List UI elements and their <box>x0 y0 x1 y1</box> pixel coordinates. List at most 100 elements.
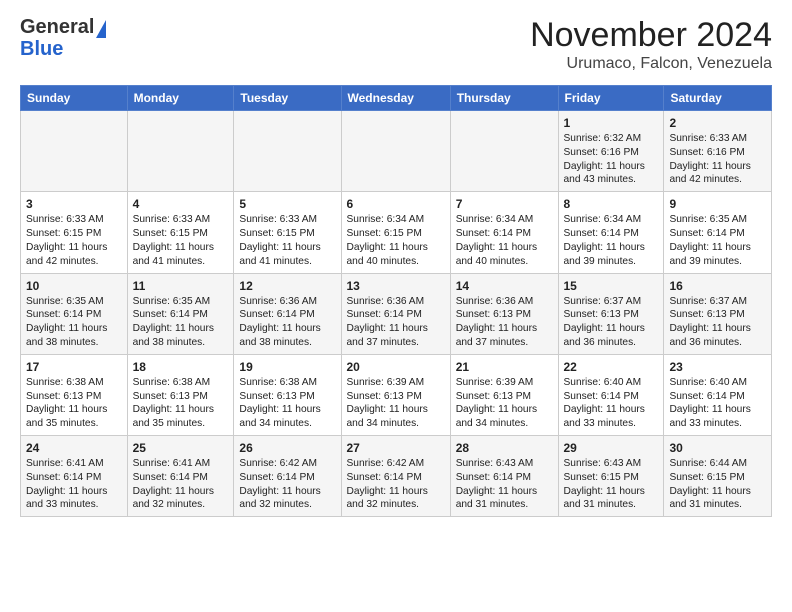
cell-text: Sunrise: 6:32 AM <box>564 132 659 146</box>
cell-text: Sunrise: 6:42 AM <box>347 457 445 471</box>
calendar-table: SundayMondayTuesdayWednesdayThursdayFrid… <box>20 85 772 517</box>
cell-text: Sunset: 6:15 PM <box>26 227 122 241</box>
cell-text: Daylight: 11 hours <box>133 322 229 336</box>
cell-text: Daylight: 11 hours <box>347 403 445 417</box>
cell-text: Sunrise: 6:40 AM <box>564 376 659 390</box>
cell-text: Sunset: 6:14 PM <box>26 308 122 322</box>
cell-text: Daylight: 11 hours <box>239 241 335 255</box>
cell-text: Sunset: 6:13 PM <box>26 390 122 404</box>
day-header-monday: Monday <box>127 86 234 111</box>
calendar-cell: 26Sunrise: 6:42 AMSunset: 6:14 PMDayligh… <box>234 436 341 517</box>
cell-text: Sunset: 6:13 PM <box>133 390 229 404</box>
day-number: 27 <box>347 440 445 456</box>
calendar-cell: 5Sunrise: 6:33 AMSunset: 6:15 PMDaylight… <box>234 192 341 273</box>
cell-text: Daylight: 11 hours <box>26 322 122 336</box>
cell-text: Sunrise: 6:36 AM <box>347 295 445 309</box>
cell-text: and 38 minutes. <box>26 336 122 350</box>
header: General Blue November 2024 Urumaco, Falc… <box>20 16 772 73</box>
cell-text: Sunset: 6:13 PM <box>456 390 553 404</box>
cell-text: Sunrise: 6:42 AM <box>239 457 335 471</box>
cell-text: Sunset: 6:14 PM <box>239 308 335 322</box>
cell-text: Sunrise: 6:34 AM <box>456 213 553 227</box>
cell-text: Daylight: 11 hours <box>456 403 553 417</box>
cell-text: Daylight: 11 hours <box>26 485 122 499</box>
cell-text: Daylight: 11 hours <box>564 241 659 255</box>
day-header-tuesday: Tuesday <box>234 86 341 111</box>
calendar-cell: 14Sunrise: 6:36 AMSunset: 6:13 PMDayligh… <box>450 273 558 354</box>
cell-text: Sunrise: 6:36 AM <box>456 295 553 309</box>
calendar-cell: 29Sunrise: 6:43 AMSunset: 6:15 PMDayligh… <box>558 436 664 517</box>
cell-text: and 33 minutes. <box>669 417 766 431</box>
cell-text: Sunrise: 6:35 AM <box>26 295 122 309</box>
day-number: 3 <box>26 196 122 212</box>
cell-text: and 31 minutes. <box>669 498 766 512</box>
day-number: 11 <box>133 278 229 294</box>
day-number: 19 <box>239 359 335 375</box>
calendar-cell: 16Sunrise: 6:37 AMSunset: 6:13 PMDayligh… <box>664 273 772 354</box>
day-number: 25 <box>133 440 229 456</box>
calendar-cell: 12Sunrise: 6:36 AMSunset: 6:14 PMDayligh… <box>234 273 341 354</box>
day-header-thursday: Thursday <box>450 86 558 111</box>
cell-text: and 42 minutes. <box>26 255 122 269</box>
calendar-cell: 25Sunrise: 6:41 AMSunset: 6:14 PMDayligh… <box>127 436 234 517</box>
cell-text: Daylight: 11 hours <box>347 485 445 499</box>
cell-text: Sunset: 6:15 PM <box>669 471 766 485</box>
cell-text: Sunset: 6:13 PM <box>347 390 445 404</box>
cell-text: Sunrise: 6:40 AM <box>669 376 766 390</box>
cell-text: Sunrise: 6:34 AM <box>564 213 659 227</box>
cell-text: Sunrise: 6:33 AM <box>26 213 122 227</box>
cell-text: Sunrise: 6:37 AM <box>564 295 659 309</box>
calendar-cell: 2Sunrise: 6:33 AMSunset: 6:16 PMDaylight… <box>664 111 772 192</box>
cell-text: Sunset: 6:13 PM <box>239 390 335 404</box>
cell-text: Daylight: 11 hours <box>564 160 659 174</box>
cell-text: and 37 minutes. <box>456 336 553 350</box>
cell-text: Daylight: 11 hours <box>456 241 553 255</box>
cell-text: Sunrise: 6:36 AM <box>239 295 335 309</box>
calendar-cell: 13Sunrise: 6:36 AMSunset: 6:14 PMDayligh… <box>341 273 450 354</box>
cell-text: Sunrise: 6:33 AM <box>133 213 229 227</box>
cell-text: Daylight: 11 hours <box>26 241 122 255</box>
day-number: 8 <box>564 196 659 212</box>
cell-text: Sunset: 6:14 PM <box>564 227 659 241</box>
cell-text: Sunset: 6:14 PM <box>456 227 553 241</box>
day-header-friday: Friday <box>558 86 664 111</box>
day-number: 13 <box>347 278 445 294</box>
cell-text: Daylight: 11 hours <box>564 485 659 499</box>
cell-text: Sunset: 6:14 PM <box>26 471 122 485</box>
logo-triangle-icon <box>96 20 106 38</box>
cell-text: and 40 minutes. <box>456 255 553 269</box>
cell-text: Sunset: 6:16 PM <box>669 146 766 160</box>
cell-text: Sunset: 6:14 PM <box>347 471 445 485</box>
cell-text: and 36 minutes. <box>564 336 659 350</box>
cell-text: Sunset: 6:15 PM <box>239 227 335 241</box>
cell-text: and 35 minutes. <box>133 417 229 431</box>
day-number: 28 <box>456 440 553 456</box>
cell-text: Sunset: 6:14 PM <box>239 471 335 485</box>
calendar-page: General Blue November 2024 Urumaco, Falc… <box>0 0 792 527</box>
calendar-cell: 9Sunrise: 6:35 AMSunset: 6:14 PMDaylight… <box>664 192 772 273</box>
cell-text: Sunrise: 6:38 AM <box>133 376 229 390</box>
cell-text: Sunset: 6:14 PM <box>347 308 445 322</box>
cell-text: and 38 minutes. <box>133 336 229 350</box>
day-number: 26 <box>239 440 335 456</box>
cell-text: and 32 minutes. <box>347 498 445 512</box>
day-header-saturday: Saturday <box>664 86 772 111</box>
day-header-sunday: Sunday <box>21 86 128 111</box>
cell-text: Sunrise: 6:35 AM <box>133 295 229 309</box>
cell-text: Daylight: 11 hours <box>564 403 659 417</box>
cell-text: Sunrise: 6:39 AM <box>347 376 445 390</box>
cell-text: and 37 minutes. <box>347 336 445 350</box>
title-block: November 2024 Urumaco, Falcon, Venezuela <box>530 16 772 73</box>
cell-text: Sunrise: 6:33 AM <box>239 213 335 227</box>
calendar-cell: 8Sunrise: 6:34 AMSunset: 6:14 PMDaylight… <box>558 192 664 273</box>
cell-text: Sunrise: 6:44 AM <box>669 457 766 471</box>
cell-text: Sunset: 6:14 PM <box>669 390 766 404</box>
calendar-cell: 21Sunrise: 6:39 AMSunset: 6:13 PMDayligh… <box>450 354 558 435</box>
location-subtitle: Urumaco, Falcon, Venezuela <box>530 55 772 73</box>
cell-text: and 39 minutes. <box>669 255 766 269</box>
cell-text: Daylight: 11 hours <box>347 241 445 255</box>
week-row-3: 10Sunrise: 6:35 AMSunset: 6:14 PMDayligh… <box>21 273 772 354</box>
cell-text: Sunrise: 6:34 AM <box>347 213 445 227</box>
cell-text: and 35 minutes. <box>26 417 122 431</box>
cell-text: Daylight: 11 hours <box>456 322 553 336</box>
